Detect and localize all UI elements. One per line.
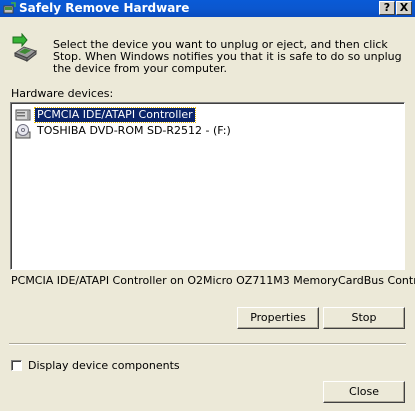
close-window-button[interactable]: X [396,1,412,15]
display-components-checkbox[interactable] [11,360,22,371]
divider [9,343,406,345]
device-label: TOSHIBA DVD-ROM SD-R2512 - (F:) [37,124,231,137]
pcmcia-card-icon [15,109,31,121]
device-label: PCMCIA IDE/ATAPI Controller [34,107,196,123]
help-button[interactable]: ? [379,1,395,15]
instructions-text: Select the device you want to unplug or … [53,38,402,75]
device-description: PCMCIA IDE/ATAPI Controller on O2Micro O… [11,274,415,287]
eject-hardware-icon [12,33,38,63]
stop-button[interactable]: Stop [323,307,405,329]
display-components-label[interactable]: Display device components [28,359,180,372]
title-bar[interactable]: Safely Remove Hardware ? X [0,0,415,17]
safely-remove-hardware-dialog: Safely Remove Hardware ? X Select the de… [0,0,415,411]
hardware-devices-label: Hardware devices: [11,87,114,100]
cd-drive-icon [15,124,31,139]
list-item[interactable]: PCMCIA IDE/ATAPI Controller [15,107,395,123]
window-title: Safely Remove Hardware [19,1,190,15]
close-button[interactable]: Close [323,381,405,403]
hardware-devices-list[interactable]: PCMCIA IDE/ATAPI Controller TOSHIBA DVD-… [10,102,405,270]
list-item[interactable]: TOSHIBA DVD-ROM SD-R2512 - (F:) [15,123,395,139]
properties-button[interactable]: Properties [237,307,319,329]
safely-remove-icon [3,2,16,14]
